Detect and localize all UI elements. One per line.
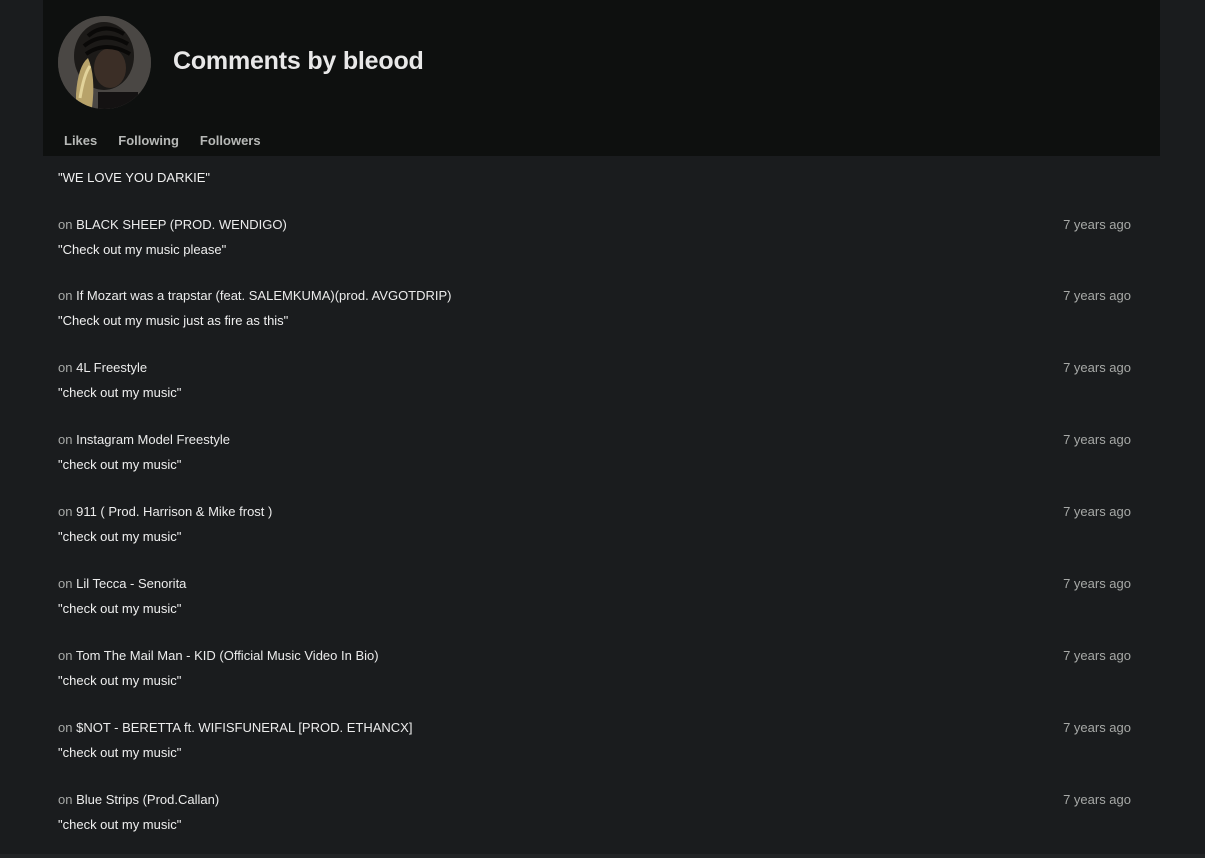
profile-header: Comments by bleood Likes Following Follo… xyxy=(43,0,1160,156)
comment-text: "check out my music" xyxy=(58,817,182,832)
track-link[interactable]: 4L Freestyle xyxy=(76,360,147,375)
comment-time: 7 years ago xyxy=(1063,792,1131,807)
comment-text: "check out my music" xyxy=(58,385,182,400)
on-label: on xyxy=(58,288,73,303)
on-label: on xyxy=(58,648,73,663)
on-label: on xyxy=(58,432,73,447)
comment-item: on Tom The Mail Man - KID (Official Musi… xyxy=(58,648,1131,708)
comment-time: 7 years ago xyxy=(1063,648,1131,663)
track-link[interactable]: Blue Strips (Prod.Callan) xyxy=(76,792,219,807)
track-link[interactable]: If Mozart was a trapstar (feat. SALEMKUM… xyxy=(76,288,451,303)
comment-meta: on Instagram Model Freestyle xyxy=(58,432,230,447)
comment-text: "check out my music" xyxy=(58,673,182,688)
on-label: on xyxy=(58,792,73,807)
comment-time: 7 years ago xyxy=(1063,217,1131,232)
comment-meta: on BLACK SHEEP (PROD. WENDIGO) xyxy=(58,217,287,232)
comment-item: on Instagram Model Freestyle 7 years ago… xyxy=(58,432,1131,492)
comment-text: "Check out my music just as fire as this… xyxy=(58,313,289,328)
track-link[interactable]: 911 ( Prod. Harrison & Mike frost ) xyxy=(76,504,272,519)
on-label: on xyxy=(58,217,73,232)
comment-meta: on Tom The Mail Man - KID (Official Musi… xyxy=(58,648,379,663)
comment-text: "WE LOVE YOU DARKIE" xyxy=(58,170,211,185)
profile-tabs: Likes Following Followers xyxy=(64,133,261,148)
on-label: on xyxy=(58,360,73,375)
comment-time: 7 years ago xyxy=(1063,504,1131,519)
comment-text: "check out my music" xyxy=(58,601,182,616)
track-link[interactable]: $NOT - BERETTA ft. WIFISFUNERAL [PROD. E… xyxy=(76,720,412,735)
comment-item: on $NOT - BERETTA ft. WIFISFUNERAL [PROD… xyxy=(58,720,1131,780)
comment-time: 7 years ago xyxy=(1063,576,1131,591)
comment-meta: on $NOT - BERETTA ft. WIFISFUNERAL [PROD… xyxy=(58,720,412,735)
comment-time: 7 years ago xyxy=(1063,432,1131,447)
comment-item: on If Mozart was a trapstar (feat. SALEM… xyxy=(58,288,1131,348)
comment-item: on 4L Freestyle 7 years ago "check out m… xyxy=(58,360,1131,420)
comment-text: "check out my music" xyxy=(58,457,182,472)
comment-meta: on 911 ( Prod. Harrison & Mike frost ) xyxy=(58,504,272,519)
comment-meta: on 4L Freestyle xyxy=(58,360,147,375)
tab-following[interactable]: Following xyxy=(118,133,179,148)
comment-meta: on If Mozart was a trapstar (feat. SALEM… xyxy=(58,288,452,303)
comment-text: "check out my music" xyxy=(58,529,182,544)
on-label: on xyxy=(58,576,73,591)
page-title: Comments by bleood xyxy=(173,47,424,75)
comment-text: "Check out my music please" xyxy=(58,242,227,257)
comment-item: on BLACK SHEEP (PROD. WENDIGO) 7 years a… xyxy=(58,217,1131,277)
comment-item: on Lil Tecca - Senorita 7 years ago "che… xyxy=(58,576,1131,636)
tab-likes[interactable]: Likes xyxy=(64,133,97,148)
tab-followers[interactable]: Followers xyxy=(200,133,261,148)
comment-text: "check out my music" xyxy=(58,745,182,760)
track-link[interactable]: BLACK SHEEP (PROD. WENDIGO) xyxy=(76,217,287,232)
avatar-image xyxy=(58,16,151,109)
comment-meta: on Lil Tecca - Senorita xyxy=(58,576,186,591)
comment-item: on 911 ( Prod. Harrison & Mike frost ) 7… xyxy=(58,504,1131,564)
avatar[interactable] xyxy=(58,16,151,109)
page-bottom-edge xyxy=(0,854,1205,858)
on-label: on xyxy=(58,504,73,519)
track-link[interactable]: Tom The Mail Man - KID (Official Music V… xyxy=(76,648,379,663)
comment-time: 7 years ago xyxy=(1063,360,1131,375)
track-link[interactable]: Lil Tecca - Senorita xyxy=(76,576,186,591)
on-label: on xyxy=(58,720,73,735)
comment-meta: on Blue Strips (Prod.Callan) xyxy=(58,792,219,807)
track-link[interactable]: Instagram Model Freestyle xyxy=(76,432,230,447)
comment-item: on Blue Strips (Prod.Callan) 7 years ago… xyxy=(58,792,1131,852)
comment-time: 7 years ago xyxy=(1063,720,1131,735)
comment-time: 7 years ago xyxy=(1063,288,1131,303)
